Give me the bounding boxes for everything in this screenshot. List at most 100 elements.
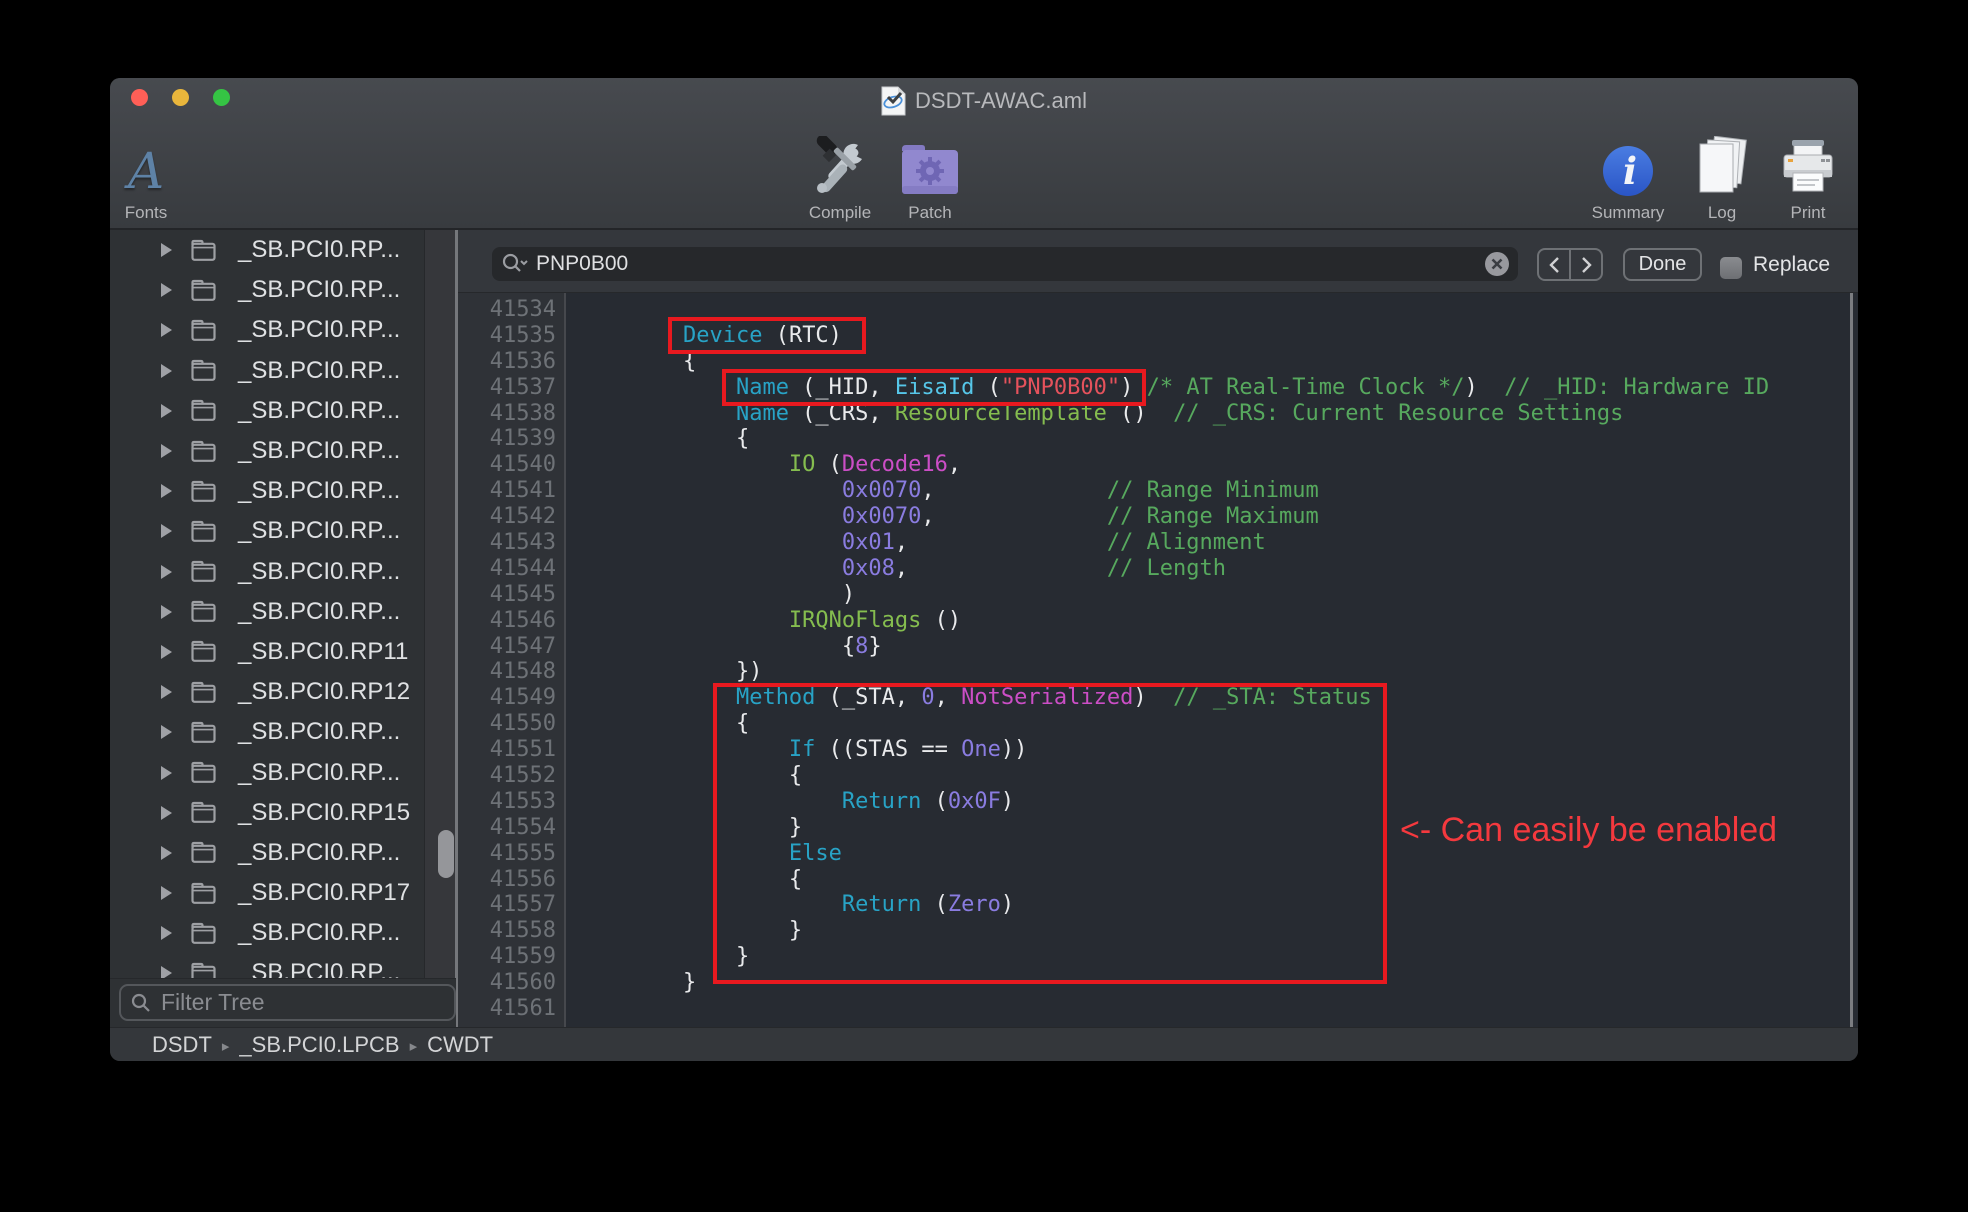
tree-item-label: _SB.PCI0.RP11 (238, 638, 408, 666)
tree-item[interactable]: _SB.PCI0.RP... (110, 270, 424, 310)
line-number: 41538 (458, 401, 556, 427)
tree-item-label: _SB.PCI0.RP... (238, 276, 400, 304)
tree-item[interactable]: _SB.PCI0.RP... (110, 552, 424, 592)
folder-icon (190, 882, 217, 905)
tree-item-label: _SB.PCI0.RP17 (238, 879, 410, 907)
breadcrumb-item[interactable]: DSDT (152, 1032, 212, 1058)
toolbar-fonts-button[interactable]: A Fonts (110, 116, 186, 222)
tree-item[interactable]: _SB.PCI0.RP... (110, 431, 424, 471)
tree-item[interactable]: _SB.PCI0.RP... (110, 391, 424, 431)
disclosure-triangle-icon[interactable] (160, 242, 173, 258)
toolbar-log-button[interactable]: Log (1687, 116, 1757, 222)
tree-item-label: _SB.PCI0.RP15 (238, 799, 410, 827)
breadcrumb-item[interactable]: CWDT (427, 1032, 493, 1058)
replace-checkbox[interactable] (1720, 257, 1742, 279)
annotation-note: <- Can easily be enabled (1400, 811, 1777, 850)
disclosure-triangle-icon[interactable] (160, 684, 173, 700)
summary-info-icon: i (1601, 144, 1655, 198)
tree-item[interactable]: _SB.PCI0.RP... (110, 712, 424, 752)
disclosure-triangle-icon[interactable] (160, 564, 173, 580)
tree-item[interactable]: _SB.PCI0.RP12 (110, 672, 424, 712)
disclosure-triangle-icon[interactable] (160, 805, 173, 821)
search-field[interactable]: PNP0B00 (492, 247, 1518, 281)
line-number: 41560 (458, 970, 556, 996)
disclosure-triangle-icon[interactable] (160, 925, 173, 941)
disclosure-triangle-icon[interactable] (160, 604, 173, 620)
tree-item-label: _SB.PCI0.RP... (238, 316, 400, 344)
line-number: 41544 (458, 556, 556, 582)
find-bar: PNP0B00 Done (458, 230, 1858, 293)
titlebar-toolbar: DSDT-AWAC.aml A Fonts (110, 78, 1858, 230)
tree-item[interactable]: _SB.PCI0.RP... (110, 511, 424, 551)
window-title-row: DSDT-AWAC.aml (110, 84, 1858, 118)
sidebar-scrollbar-thumb[interactable] (438, 830, 454, 878)
tree-item[interactable]: _SB.PCI0.RP... (110, 310, 424, 350)
tree-item[interactable]: _SB.PCI0.RP... (110, 752, 424, 792)
toolbar-print-button[interactable]: Print (1773, 116, 1843, 222)
tree-item[interactable]: _SB.PCI0.RP15 (110, 793, 424, 833)
compile-tools-icon (809, 136, 871, 198)
find-prev-next-control (1537, 248, 1603, 281)
disclosure-triangle-icon[interactable] (160, 403, 173, 419)
find-next-button[interactable] (1569, 250, 1601, 279)
disclosure-triangle-icon[interactable] (160, 523, 173, 539)
breadcrumb-bar: DSDT▸_SB.PCI0.LPCB▸CWDT (110, 1027, 1858, 1061)
print-printer-icon (1781, 140, 1835, 198)
tree-item-label: _SB.PCI0.RP... (238, 919, 400, 947)
device-tree: _SB.PCI0.RP..._SB.PCI0.RP..._SB.PCI0.RP.… (110, 230, 424, 978)
toolbar-summary-button[interactable]: i Summary (1588, 116, 1668, 222)
done-button[interactable]: Done (1623, 248, 1702, 281)
clear-search-button[interactable] (1485, 252, 1509, 276)
tree-item-label: _SB.PCI0.RP... (238, 839, 400, 867)
desktop-background: DSDT-AWAC.aml A Fonts (0, 0, 1968, 1212)
tree-item[interactable]: _SB.PCI0.RP... (110, 471, 424, 511)
window-title: DSDT-AWAC.aml (915, 88, 1087, 114)
folder-icon (190, 640, 217, 663)
tree-item[interactable]: _SB.PCI0.RP... (110, 833, 424, 873)
folder-icon (190, 801, 217, 824)
tree-item[interactable]: _SB.PCI0.RP... (110, 592, 424, 632)
tree-item[interactable]: _SB.PCI0.RP... (110, 913, 424, 953)
folder-icon (190, 681, 217, 704)
breadcrumb-item[interactable]: _SB.PCI0.LPCB (239, 1032, 399, 1058)
disclosure-triangle-icon[interactable] (160, 483, 173, 499)
disclosure-triangle-icon[interactable] (160, 644, 173, 660)
folder-icon (190, 922, 217, 945)
line-number: 41537 (458, 375, 556, 401)
disclosure-triangle-icon[interactable] (160, 443, 173, 459)
disclosure-triangle-icon[interactable] (160, 282, 173, 298)
tree-item[interactable]: _SB.PCI0.RP... (110, 351, 424, 391)
folder-icon (190, 721, 217, 744)
filter-tree-input[interactable]: Filter Tree (119, 984, 456, 1021)
sidebar-scrollbar-track[interactable] (424, 230, 456, 978)
editor-scrollbar-track[interactable] (1850, 293, 1853, 1027)
toolbar-compile-button[interactable]: Compile (800, 116, 880, 222)
tree-item[interactable]: _SB.PCI0.RP11 (110, 632, 424, 672)
line-number: 41554 (458, 815, 556, 841)
disclosure-triangle-icon[interactable] (160, 322, 173, 338)
tree-item[interactable]: _SB.PCI0.RP... (110, 230, 424, 270)
disclosure-triangle-icon[interactable] (160, 845, 173, 861)
disclosure-triangle-icon[interactable] (160, 363, 173, 379)
toolbar-patch-button[interactable]: Patch (890, 116, 970, 222)
line-number: 41550 (458, 711, 556, 737)
disclosure-triangle-icon[interactable] (160, 724, 173, 740)
code-line: }) (577, 659, 1769, 685)
svg-text:i: i (1623, 149, 1637, 193)
tree-item-label: _SB.PCI0.RP... (238, 357, 400, 385)
tree-item[interactable]: _SB.PCI0.RP... (110, 953, 424, 978)
replace-label: Replace (1753, 248, 1830, 281)
tree-item-label: _SB.PCI0.RP... (238, 437, 400, 465)
folder-icon (190, 841, 217, 864)
disclosure-triangle-icon[interactable] (160, 765, 173, 781)
disclosure-triangle-icon[interactable] (160, 965, 173, 978)
line-number: 41547 (458, 634, 556, 660)
find-previous-button[interactable] (1539, 250, 1569, 279)
folder-icon (190, 520, 217, 543)
disclosure-triangle-icon[interactable] (160, 885, 173, 901)
maciasl-window: DSDT-AWAC.aml A Fonts (110, 78, 1858, 1061)
tree-item[interactable]: _SB.PCI0.RP17 (110, 873, 424, 913)
chevron-right-icon (1581, 256, 1592, 274)
line-number: 41548 (458, 659, 556, 685)
code-line: ) (577, 582, 1769, 608)
